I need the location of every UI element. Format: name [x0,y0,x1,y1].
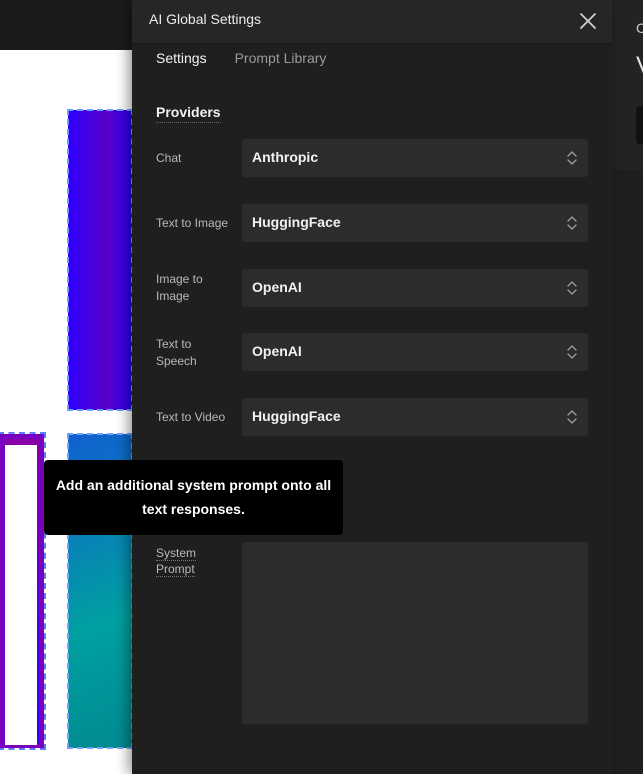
right-sidebar-title: V [636,52,643,80]
image-to-image-label: Image to Image [156,272,203,303]
system-prompt-tooltip: Add an additional system prompt onto all… [44,460,343,535]
tab-prompt-library[interactable]: Prompt Library [235,50,327,70]
text-to-speech-label: Text to Speech [156,337,197,368]
right-sidebar-letter: C [636,20,643,36]
system-prompt-label-text: System Prompt [156,546,197,577]
ai-settings-panel: AI Global Settings Settings Prompt Libra… [132,0,612,774]
canvas-artwork-top[interactable] [67,109,133,411]
text-to-speech-value: OpenAI [252,343,302,359]
chevron-up-down-icon [566,150,578,166]
right-sidebar-button[interactable] [636,106,643,144]
close-icon [580,13,596,29]
panel-tabs: Settings Prompt Library [156,50,326,70]
system-prompt-input[interactable] [242,542,588,724]
text-to-video-value: HuggingFace [252,408,341,424]
text-to-video-label: Text to Video [156,410,226,424]
image-to-image-select[interactable]: OpenAI [242,269,588,307]
chevron-up-down-icon [566,215,578,231]
chevron-up-down-icon [566,280,578,296]
panel-header: AI Global Settings [132,0,612,44]
chevron-up-down-icon [566,344,578,360]
chat-provider-select[interactable]: Anthropic [242,139,588,177]
chat-provider-value: Anthropic [252,149,319,165]
close-button[interactable] [576,9,600,33]
chevron-up-down-icon [566,409,578,425]
chat-provider-label: Chat [156,151,182,165]
text-to-speech-select[interactable]: OpenAI [242,333,588,371]
text-to-video-select[interactable]: HuggingFace [242,398,588,436]
panel-title: AI Global Settings [149,11,262,27]
image-to-image-value: OpenAI [252,279,302,295]
text-to-image-select[interactable]: HuggingFace [242,204,588,242]
tab-settings[interactable]: Settings [156,50,207,70]
canvas-frame-left[interactable] [0,432,46,750]
text-to-image-value: HuggingFace [252,214,341,230]
system-prompt-label[interactable]: System Prompt [156,545,216,577]
text-to-image-label: Text to Image [156,216,229,230]
canvas-frame-inner [5,445,37,745]
providers-heading: Providers [156,104,221,123]
